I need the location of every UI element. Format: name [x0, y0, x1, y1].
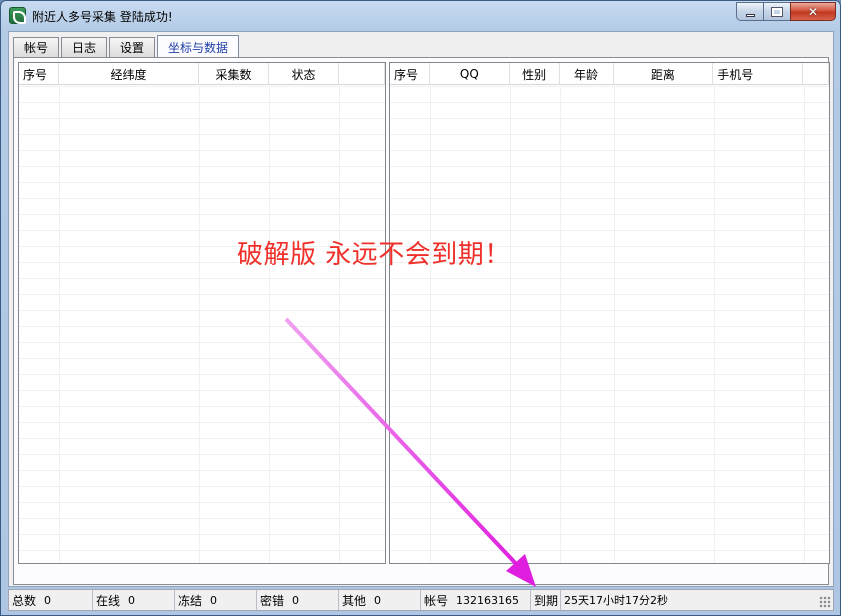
col-header-index[interactable]: 序号 — [390, 63, 430, 85]
grid-line — [714, 86, 715, 563]
status-total: 总数 0 — [9, 590, 93, 610]
status-online-label: 在线 — [96, 593, 121, 608]
status-password-error: 密错 0 — [257, 590, 339, 610]
status-other-label: 其他 — [342, 593, 367, 608]
grid-line — [614, 86, 615, 563]
status-other-value: 0 — [374, 593, 382, 607]
minimize-icon — [746, 14, 755, 17]
col-header-spare — [803, 63, 829, 85]
grid-line — [269, 86, 270, 563]
grid-line — [339, 86, 340, 563]
coords-grid-body[interactable] — [19, 86, 385, 563]
status-total-value: 0 — [44, 593, 52, 607]
status-account-value: 132163165 — [456, 593, 520, 607]
maximize-icon — [771, 7, 783, 17]
contacts-grid-body[interactable] — [390, 86, 829, 563]
contacts-grid[interactable]: 序号 QQ 性别 年龄 距离 手机号 — [389, 62, 830, 564]
caption-buttons: ✕ — [736, 2, 836, 22]
status-other: 其他 0 — [339, 590, 421, 610]
status-expire-label-cell: 到期 — [531, 590, 561, 610]
tab-coords-data[interactable]: 坐标与数据 — [157, 35, 240, 58]
tab-settings[interactable]: 设置 — [109, 37, 156, 57]
status-pwderr-value: 0 — [292, 593, 300, 607]
window-title: 附近人多号采集 登陆成功! — [32, 10, 173, 24]
status-bar: 总数 0 在线 0 冻结 0 密错 0 其他 0 帐号 132163165 到期… — [8, 589, 834, 611]
status-online: 在线 0 — [93, 590, 175, 610]
close-icon: ✕ — [807, 4, 819, 19]
status-pwderr-label: 密错 — [260, 593, 285, 608]
col-header-collected[interactable]: 采集数 — [199, 63, 269, 85]
col-header-age[interactable]: 年龄 — [560, 63, 614, 85]
status-expire-value: 25天17小时17分2秒 — [564, 594, 668, 607]
app-logo-icon — [9, 7, 26, 24]
col-header-index[interactable]: 序号 — [19, 63, 59, 85]
status-account: 帐号 132163165 — [421, 590, 531, 610]
close-button[interactable]: ✕ — [790, 2, 836, 21]
col-header-distance[interactable]: 距离 — [614, 63, 714, 85]
status-expire: 25天17小时17分2秒 — [561, 590, 833, 610]
col-header-phone[interactable]: 手机号 — [713, 63, 804, 85]
title-bar[interactable]: 附近人多号采集 登陆成功! ✕ — [1, 1, 840, 31]
grid-line — [510, 86, 511, 563]
grid-line — [560, 86, 561, 563]
coords-grid[interactable]: 序号 经纬度 采集数 状态 — [18, 62, 386, 564]
col-header-qq[interactable]: QQ — [430, 63, 510, 85]
col-header-gender[interactable]: 性别 — [510, 63, 560, 85]
tab-strip: 帐号 日志 设置 坐标与数据 — [13, 35, 241, 58]
grid-line — [59, 86, 60, 563]
status-frozen: 冻结 0 — [175, 590, 257, 610]
col-header-spare — [339, 63, 385, 85]
col-header-status[interactable]: 状态 — [269, 63, 339, 85]
maximize-button[interactable] — [763, 2, 790, 21]
client-area: 帐号 日志 设置 坐标与数据 序号 经纬度 采集数 状态 序号 QQ 性别 年龄… — [8, 31, 834, 587]
status-total-label: 总数 — [12, 593, 37, 608]
minimize-button[interactable] — [736, 2, 763, 21]
grid-line — [430, 86, 431, 563]
main-window: 附近人多号采集 登陆成功! ✕ 帐号 日志 设置 坐标与数据 序号 经纬度 采集… — [0, 0, 841, 616]
coords-grid-header: 序号 经纬度 采集数 状态 — [19, 63, 385, 85]
tab-panel-coords-data: 序号 经纬度 采集数 状态 序号 QQ 性别 年龄 距离 手机号 — [13, 57, 830, 585]
tab-log[interactable]: 日志 — [61, 37, 108, 57]
status-frozen-value: 0 — [210, 593, 218, 607]
grid-line — [199, 86, 200, 563]
status-online-value: 0 — [128, 593, 136, 607]
status-frozen-label: 冻结 — [178, 593, 203, 608]
overlay-annotation: 破解版 永远不会到期！ — [237, 240, 511, 270]
col-header-latlng[interactable]: 经纬度 — [59, 63, 199, 85]
status-account-label: 帐号 — [424, 593, 449, 608]
resize-grip-icon[interactable] — [819, 596, 831, 608]
tab-account[interactable]: 帐号 — [13, 37, 60, 57]
grid-line — [804, 86, 805, 563]
status-expire-label: 到期 — [534, 593, 559, 608]
contacts-grid-header: 序号 QQ 性别 年龄 距离 手机号 — [390, 63, 829, 85]
